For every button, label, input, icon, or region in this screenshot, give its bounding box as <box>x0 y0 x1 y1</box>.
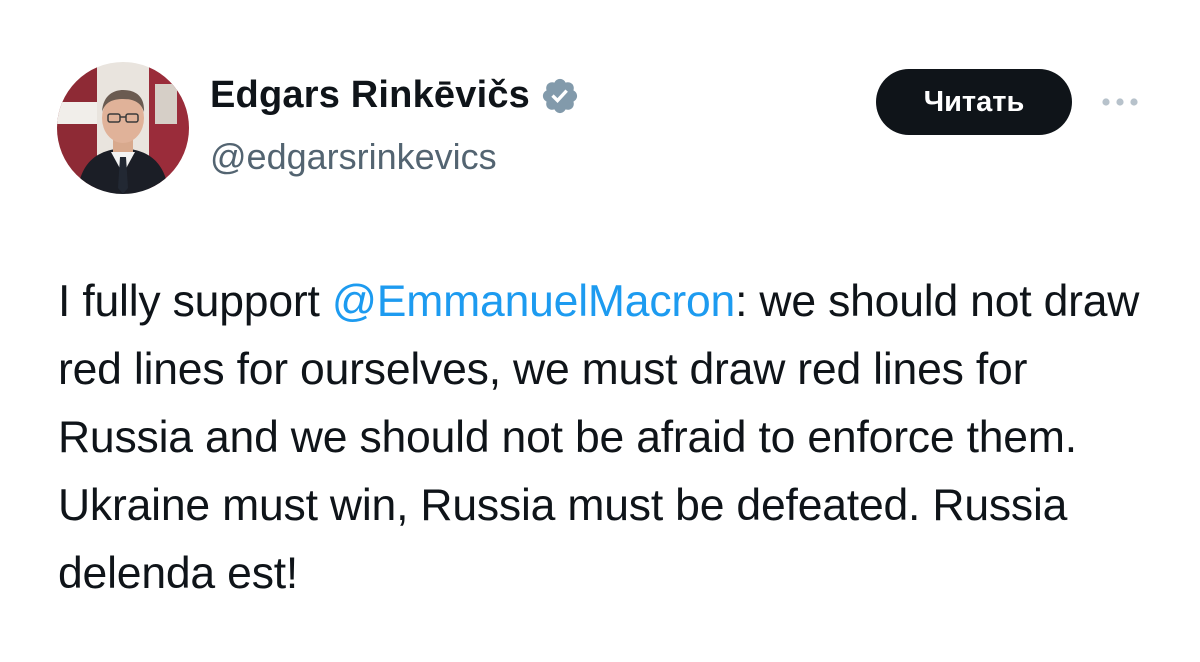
author-display-name[interactable]: Edgars Rinkēvičs <box>210 74 530 117</box>
tweet-text-before-mention: I fully support <box>58 277 332 326</box>
author-handle[interactable]: @edgarsrinkevics <box>210 136 497 178</box>
author-name-row[interactable]: Edgars Rinkēvičs <box>210 74 580 117</box>
avatar[interactable] <box>57 62 189 194</box>
more-options-button[interactable] <box>1096 82 1144 122</box>
profile-photo <box>57 62 189 194</box>
more-horizontal-icon <box>1102 98 1138 106</box>
verified-badge-icon <box>540 76 580 116</box>
tweet-text: I fully support @EmmanuelMacron: we shou… <box>58 268 1168 608</box>
mention-link[interactable]: @EmmanuelMacron <box>332 277 735 326</box>
follow-button[interactable]: Читать <box>876 69 1072 135</box>
